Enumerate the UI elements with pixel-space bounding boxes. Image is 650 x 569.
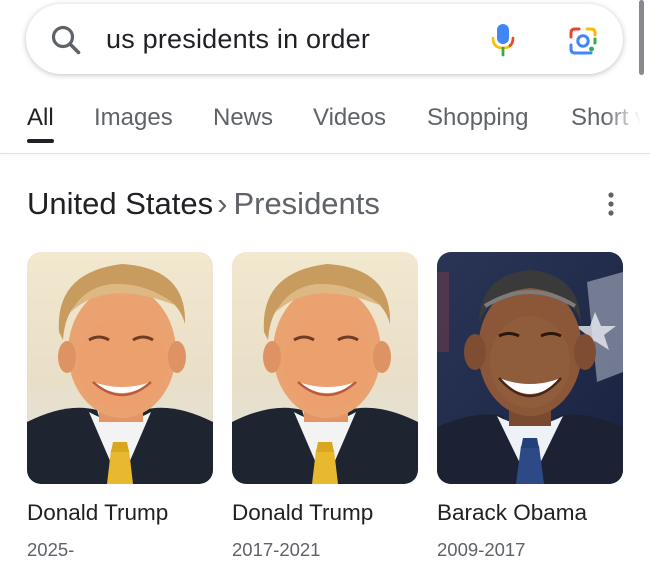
breadcrumb: United States › Presidents <box>27 186 380 222</box>
mic-icon[interactable] <box>491 22 515 58</box>
search-bar[interactable]: us presidents in order <box>26 4 623 74</box>
more-vert-icon[interactable] <box>602 190 620 218</box>
search-icon[interactable] <box>50 24 82 56</box>
tab-all[interactable]: All <box>27 104 54 132</box>
tab-news[interactable]: News <box>213 104 273 132</box>
tab-shopping[interactable]: Shopping <box>427 104 528 132</box>
search-tabs: All Images News Videos Shopping Short v <box>0 92 650 152</box>
tabs-fade-overlay <box>604 96 650 146</box>
president-card[interactable]: Donald Trump 2025- <box>27 252 213 560</box>
president-name[interactable]: Donald Trump <box>232 500 373 526</box>
president-years: 2017-2021 <box>232 539 321 560</box>
president-card[interactable]: Donald Trump 2017-2021 <box>232 252 418 560</box>
lens-icon[interactable] <box>567 25 599 57</box>
president-name[interactable]: Donald Trump <box>27 500 168 526</box>
page-scrollbar[interactable] <box>639 0 644 75</box>
tab-videos[interactable]: Videos <box>313 104 386 132</box>
breadcrumb-separator: › <box>217 186 228 221</box>
tabs-divider <box>0 153 650 154</box>
president-portrait[interactable] <box>232 252 418 484</box>
breadcrumb-united-states[interactable]: United States <box>27 186 213 221</box>
president-portrait[interactable] <box>27 252 213 484</box>
president-years: 2025- <box>27 539 75 560</box>
tab-images[interactable]: Images <box>94 104 173 132</box>
breadcrumb-presidents: Presidents <box>233 186 380 221</box>
president-name[interactable]: Barack Obama <box>437 500 587 526</box>
president-years: 2009-2017 <box>437 539 526 560</box>
president-portrait[interactable] <box>437 252 623 484</box>
active-tab-indicator <box>27 139 54 143</box>
president-card[interactable]: Barack Obama 2009-2017 <box>437 252 623 560</box>
search-input[interactable]: us presidents in order <box>106 24 370 55</box>
